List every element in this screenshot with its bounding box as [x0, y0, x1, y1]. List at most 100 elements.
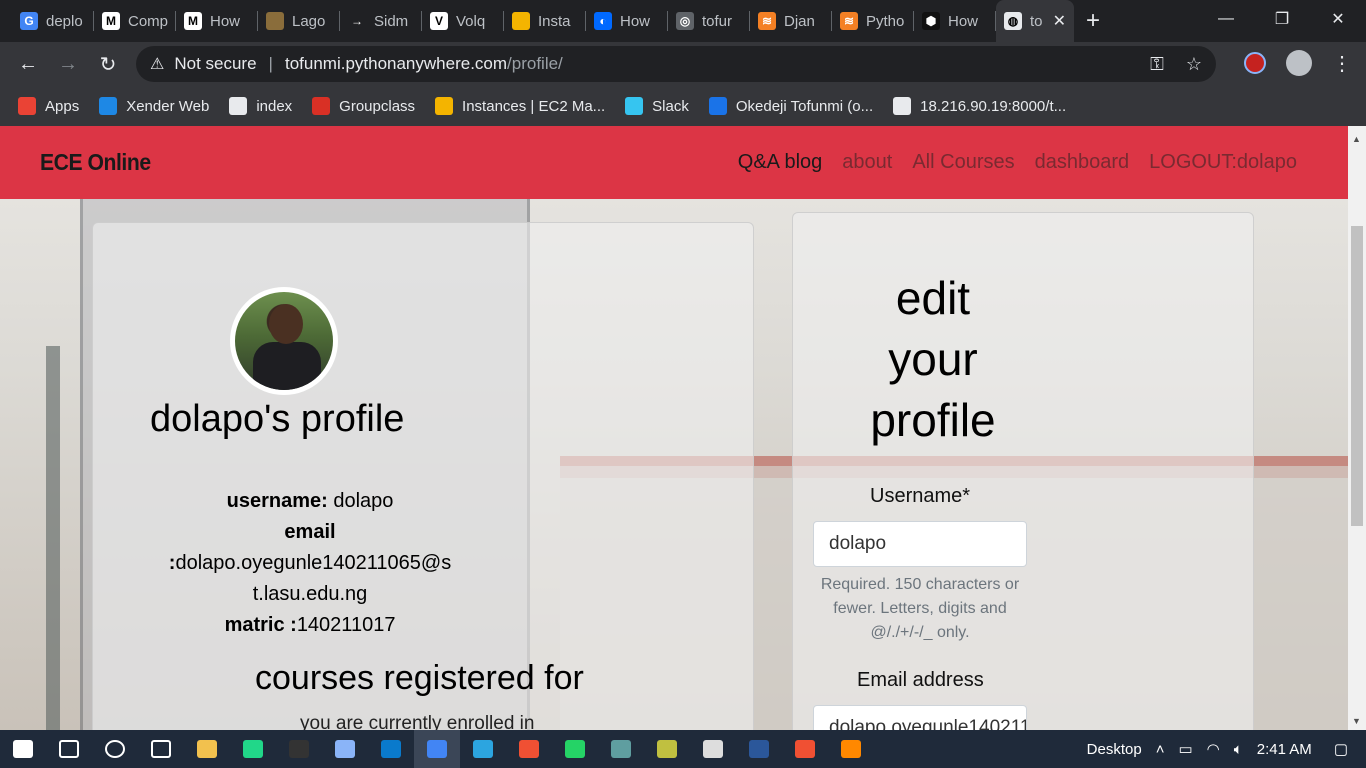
tab-title: to — [1030, 12, 1043, 30]
notifications-icon[interactable]: ▢ — [1334, 740, 1348, 758]
cortana-icon[interactable] — [92, 730, 138, 768]
forward-arrow-icon: → — [58, 52, 78, 75]
new-tab-button[interactable]: + — [1086, 0, 1100, 42]
start-icon[interactable] — [0, 730, 46, 768]
browser-tab[interactable]: Lago — [258, 0, 340, 42]
wifi-icon[interactable]: ◠ — [1207, 740, 1220, 758]
mail-icon[interactable] — [690, 730, 736, 768]
word-icon[interactable] — [736, 730, 782, 768]
username-input[interactable]: dolapo — [813, 521, 1027, 567]
scroll-up-icon[interactable]: ▲ — [1352, 134, 1361, 144]
browser-tab[interactable]: ◍ to ✕ — [996, 0, 1074, 42]
avatar-head — [269, 304, 303, 344]
close-window-button[interactable]: ✕ — [1310, 0, 1366, 38]
network-icon[interactable] — [598, 730, 644, 768]
git-icon[interactable] — [506, 730, 552, 768]
telegram-icon[interactable] — [460, 730, 506, 768]
page-scrollbar[interactable]: ▲ ▼ — [1348, 126, 1366, 730]
chrome-icon[interactable] — [414, 730, 460, 768]
volq-icon: V — [430, 12, 448, 30]
bookmark-item[interactable]: Okedeji Tofunmi (o... — [708, 97, 873, 115]
address-separator: | — [268, 54, 273, 73]
taskbar-glyph — [59, 740, 79, 758]
key-icon[interactable]: ⚿ — [1150, 54, 1164, 75]
forward-button[interactable]: → — [48, 53, 88, 76]
reload-button[interactable]: ↻ — [88, 52, 128, 77]
bookmark-item[interactable]: index — [229, 97, 292, 115]
scrollbar-thumb[interactable] — [1351, 226, 1363, 526]
profile-card: dolapo's profile username: dolapo email … — [92, 222, 754, 730]
file-explorer-icon[interactable] — [184, 730, 230, 768]
browser-tab[interactable]: ≋ Pytho — [832, 0, 914, 42]
browser-tab[interactable]: ⬢ How — [914, 0, 996, 42]
maximize-button[interactable]: ❐ — [1254, 0, 1310, 38]
chevron-up-icon[interactable]: ˄ — [1156, 741, 1165, 758]
site-brand[interactable]: ECE Online — [40, 149, 151, 176]
bookmark-label: 18.216.90.19:8000/t... — [920, 97, 1067, 115]
browser-tab[interactable]: → Sidm — [340, 0, 422, 42]
menu-kebab-icon[interactable]: ⋮ — [1332, 51, 1352, 76]
nav-link[interactable]: LOGOUT:dolapo — [1149, 151, 1297, 174]
nav-link[interactable]: about — [842, 151, 892, 174]
matric-value: 140211017 — [296, 614, 396, 636]
bookmark-item[interactable]: Slack — [625, 97, 689, 115]
browser-tab[interactable]: ◐ How — [586, 0, 668, 42]
address-bar[interactable]: ⚠ Not secure | tofunmi.pythonanywhere.co… — [136, 46, 1216, 82]
whatsapp-icon[interactable] — [552, 730, 598, 768]
star-icon[interactable]: ☆ — [1186, 54, 1202, 75]
globe-icon: ◎ — [676, 12, 694, 30]
browser-tab[interactable]: Gdeplo — [12, 0, 94, 42]
bookmark-item[interactable]: 18.216.90.19:8000/t... — [893, 97, 1066, 115]
browser-tab[interactable]: V Volq — [422, 0, 504, 42]
extension-icon[interactable] — [1244, 52, 1266, 74]
vscode-icon[interactable] — [368, 730, 414, 768]
pycharm-icon[interactable] — [230, 730, 276, 768]
stack-icon: ≋ — [758, 12, 776, 30]
browser-tab[interactable]: M Comp — [94, 0, 176, 42]
matric-row: matric :140211017 — [135, 610, 485, 641]
background-photo-pole — [46, 346, 60, 730]
nav-link[interactable]: dashboard — [1035, 151, 1130, 174]
email-value: dolapo.oyegunle140211065@s — [175, 552, 452, 574]
email-input[interactable]: dolapo.oyegunle140211065@st.lasu.edu.ng — [813, 705, 1027, 730]
task-view-icon[interactable] — [138, 730, 184, 768]
hex-icon: ⬢ — [922, 12, 940, 30]
taskbar-glyph — [427, 740, 447, 758]
back-button[interactable]: ← — [8, 53, 48, 76]
clock[interactable]: 2:41 AM — [1257, 741, 1312, 758]
taskbar-glyph — [565, 740, 585, 758]
google-icon: G — [20, 12, 38, 30]
git-icon[interactable] — [782, 730, 828, 768]
bookmark-item[interactable]: Apps — [18, 97, 79, 115]
email-value-row: :dolapo.oyegunle140211065@s — [168, 552, 452, 574]
notepad-icon[interactable] — [322, 730, 368, 768]
bookmark-item[interactable]: Instances | EC2 Ma... — [435, 97, 605, 115]
tool-icon[interactable] — [644, 730, 690, 768]
taskbar-glyph — [289, 740, 309, 758]
scroll-down-icon[interactable]: ▼ — [1352, 716, 1361, 726]
security-status[interactable]: Not secure — [174, 54, 256, 74]
search-icon[interactable] — [46, 730, 92, 768]
close-tab-icon[interactable]: ✕ — [1053, 11, 1066, 31]
taskbar-glyph — [105, 740, 125, 758]
nav-link[interactable]: All Courses — [912, 151, 1014, 174]
bookmark-item[interactable]: Xender Web — [99, 97, 209, 115]
vlc-icon[interactable] — [828, 730, 874, 768]
profile-avatar-icon[interactable] — [1286, 50, 1312, 76]
reload-icon: ↻ — [99, 53, 117, 76]
battery-icon[interactable]: ▭ — [1178, 740, 1192, 758]
arrow-icon: → — [348, 12, 366, 30]
browser-tab[interactable]: ◎ tofur — [668, 0, 750, 42]
slack-icon — [625, 97, 644, 115]
nav-link[interactable]: Q&A blog — [738, 151, 823, 174]
bookmark-label: Groupclass — [339, 97, 416, 115]
browser-tab[interactable]: Insta — [504, 0, 586, 42]
username-field-label: Username* — [870, 485, 971, 507]
desktop-toolbar-label[interactable]: Desktop — [1087, 741, 1142, 758]
minimize-button[interactable]: — — [1198, 0, 1254, 38]
terminal-icon[interactable] — [276, 730, 322, 768]
browser-tab[interactable]: M How — [176, 0, 258, 42]
browser-tab[interactable]: ≋ Djan — [750, 0, 832, 42]
bookmark-item[interactable]: Groupclass — [312, 97, 415, 115]
volume-icon[interactable]: 🔈︎ — [1234, 741, 1243, 758]
